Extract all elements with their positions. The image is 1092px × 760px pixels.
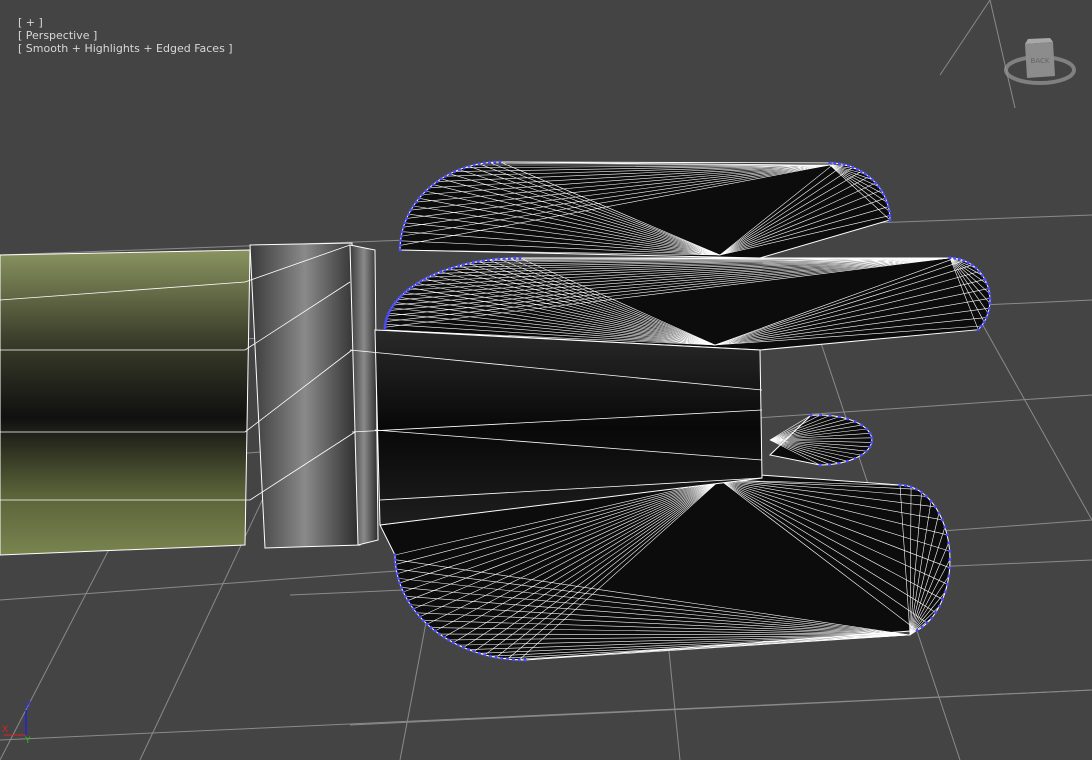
- grid-line: [939, 0, 991, 76]
- shading-mode-button[interactable]: [ Smooth + Highlights + Edged Faces ]: [18, 42, 233, 55]
- handle-cylinder: [0, 249, 251, 556]
- axis-z-label: Z: [25, 701, 31, 711]
- grid-line: [349, 689, 1092, 726]
- blade-small: [768, 413, 874, 467]
- axis-y-label: Y: [24, 736, 31, 746]
- axis-x-label: X: [2, 725, 8, 735]
- viewport-menu-button[interactable]: [ + ]: [18, 16, 43, 29]
- grid-line: [979, 319, 1092, 521]
- blade-model[interactable]: [0, 160, 992, 662]
- perspective-viewport[interactable]: [ + ] [ Perspective ] [ Smooth + Highlig…: [0, 0, 1092, 760]
- blade-top: [398, 160, 892, 259]
- viewcube-icon[interactable]: BACK: [1003, 36, 1077, 90]
- scene-canvas[interactable]: [0, 0, 1092, 760]
- collar-ring: [249, 242, 361, 549]
- axis-tripod-icon: X Z Y: [2, 701, 31, 746]
- viewport-label: [ + ] [ Perspective ] [ Smooth + Highlig…: [4, 3, 233, 68]
- view-name-button[interactable]: [ Perspective ]: [18, 29, 97, 42]
- viewcube-face-label: BACK: [1031, 57, 1050, 65]
